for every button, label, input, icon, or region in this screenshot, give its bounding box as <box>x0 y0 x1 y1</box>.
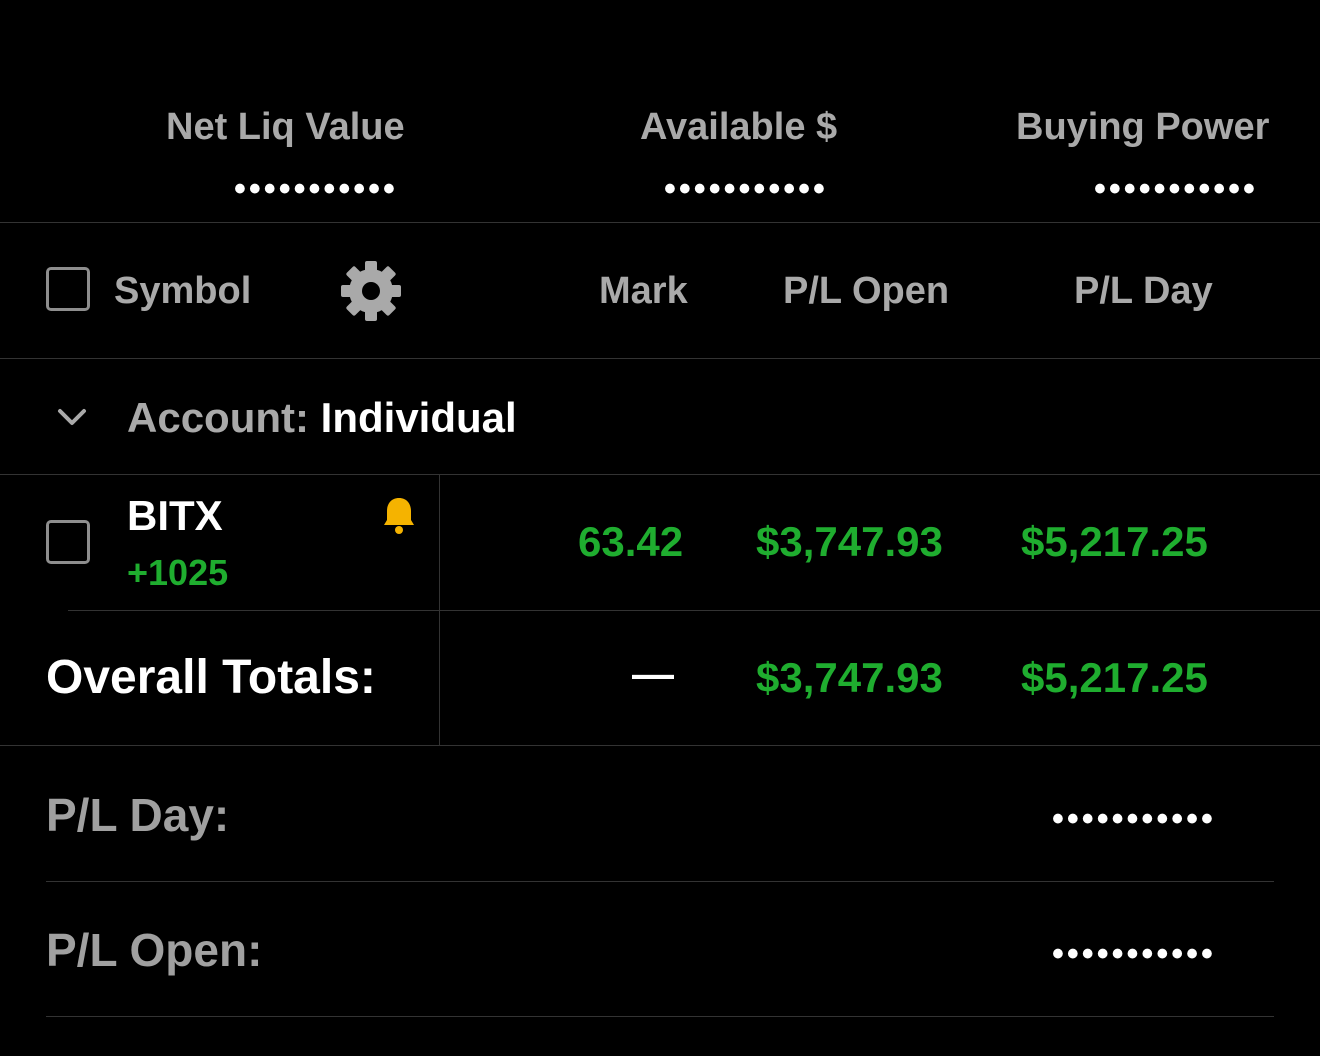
select-all-checkbox[interactable] <box>46 267 90 311</box>
column-header-symbol[interactable]: Symbol <box>114 270 251 313</box>
divider <box>0 745 1320 746</box>
bell-icon[interactable] <box>382 496 416 536</box>
buying-power-value: ••••••••••• <box>1094 170 1258 208</box>
divider <box>68 610 1320 611</box>
available-label: Available $ <box>640 106 838 148</box>
position-pl-day: $5,217.25 <box>1021 518 1208 565</box>
net-liq-label: Net Liq Value <box>166 106 405 148</box>
column-header-mark[interactable]: Mark <box>599 270 688 313</box>
net-liq-value: ••••••••••• <box>234 170 398 208</box>
summary-pl-day-value: ••••••••••• <box>1052 800 1216 838</box>
gear-icon[interactable] <box>339 259 403 323</box>
position-symbol[interactable]: BITX <box>127 492 223 540</box>
chevron-down-icon[interactable] <box>56 402 88 434</box>
summary-pl-day-label: P/L Day: <box>46 789 230 841</box>
divider <box>0 358 1320 359</box>
totals-mark: — <box>632 650 674 697</box>
summary-pl-open-label: P/L Open: <box>46 924 263 976</box>
column-header-pl-open[interactable]: P/L Open <box>783 270 949 313</box>
divider <box>0 222 1320 223</box>
position-mark: 63.42 <box>578 518 684 565</box>
column-header-pl-day[interactable]: P/L Day <box>1074 270 1213 313</box>
buying-power-label: Buying Power <box>1016 106 1270 148</box>
position-pl-open: $3,747.93 <box>756 518 943 565</box>
position-checkbox[interactable] <box>46 520 90 564</box>
divider <box>46 1016 1274 1017</box>
account-label: Account: <box>127 394 309 441</box>
totals-pl-day: $5,217.25 <box>1021 654 1208 701</box>
totals-pl-open: $3,747.93 <box>756 654 943 701</box>
position-quantity: +1025 <box>127 552 229 593</box>
summary-pl-open-value: ••••••••••• <box>1052 935 1216 973</box>
divider <box>0 474 1320 475</box>
available-value: ••••••••••• <box>664 170 828 208</box>
account-name: Individual <box>320 394 517 441</box>
totals-label: Overall Totals: <box>46 651 376 704</box>
account-row[interactable]: Account: Individual <box>127 394 517 442</box>
divider <box>46 881 1274 882</box>
